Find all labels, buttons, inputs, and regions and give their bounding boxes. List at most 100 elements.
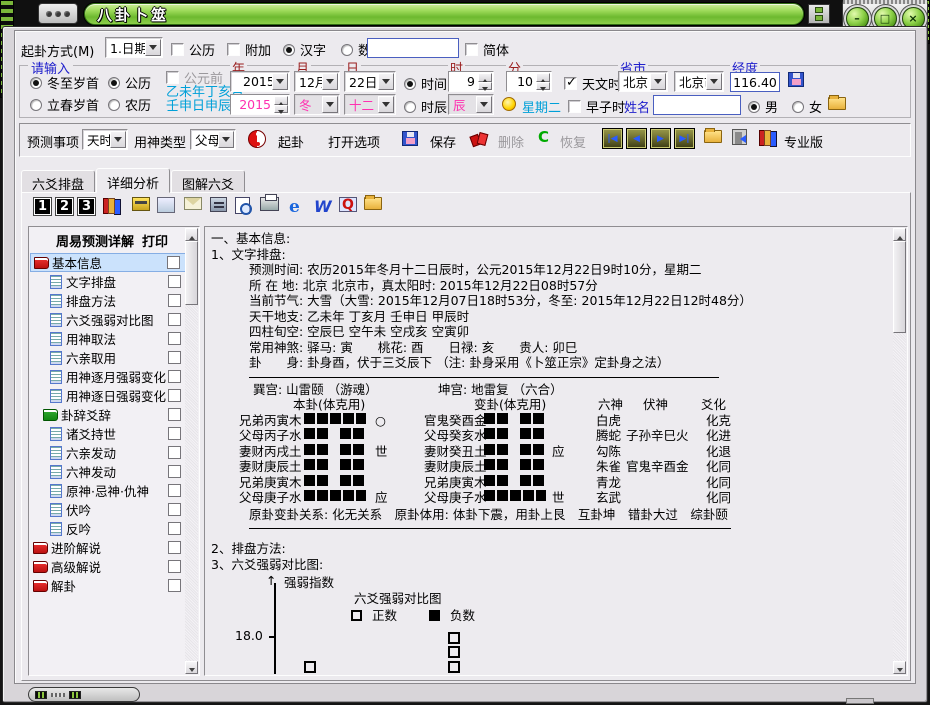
- female-radio[interactable]: 女: [792, 97, 822, 116]
- simplified-checkbox[interactable]: 简体: [465, 40, 509, 59]
- shichen-mode-radio[interactable]: 时辰: [404, 97, 447, 116]
- yongshen-type-dropdown[interactable]: 父母: [190, 129, 236, 150]
- day-dropdown[interactable]: 22日: [344, 71, 396, 92]
- tree-item-反吟[interactable]: 反吟: [30, 519, 186, 538]
- chevron-down-icon[interactable]: [145, 39, 161, 56]
- bottom-right-grip[interactable]: [846, 698, 874, 704]
- print-checkbox[interactable]: [168, 541, 181, 554]
- lunar-year-spinner[interactable]: 2015: [230, 94, 290, 115]
- chevron-down-icon[interactable]: [378, 96, 394, 113]
- tree-item-卦辞爻辞[interactable]: 卦辞爻辞: [30, 405, 186, 424]
- tree-item-六亲发动[interactable]: 六亲发动: [30, 443, 186, 462]
- open-file-folder-icon[interactable]: [704, 130, 722, 143]
- gregorian-checkbox[interactable]: 公历: [171, 40, 215, 59]
- print-checkbox[interactable]: [168, 465, 181, 478]
- print-checkbox[interactable]: [168, 427, 181, 440]
- sidebar-scrollbar[interactable]: [185, 228, 198, 674]
- title-capsule[interactable]: 八卦卜筮: [84, 3, 804, 25]
- print-checkbox[interactable]: [168, 522, 181, 535]
- chevron-down-icon[interactable]: [322, 96, 338, 113]
- print-checkbox[interactable]: [168, 351, 181, 364]
- lunar-radio[interactable]: 农历: [108, 95, 151, 114]
- lichun-radio[interactable]: 立春岁首: [30, 95, 99, 114]
- open-options-button[interactable]: 打开选项: [328, 132, 380, 151]
- print-checkbox[interactable]: [168, 313, 181, 326]
- print-checkbox[interactable]: [168, 446, 181, 459]
- city-dropdown[interactable]: 北京市: [674, 71, 724, 92]
- ie-icon[interactable]: e: [289, 197, 309, 217]
- chevron-down-icon[interactable]: [476, 96, 492, 113]
- scroll-down-icon[interactable]: [185, 661, 198, 674]
- folder-icon[interactable]: [364, 197, 384, 217]
- solar-radio[interactable]: 公历: [108, 73, 151, 92]
- dongzhi-radio[interactable]: 冬至岁首: [30, 73, 99, 92]
- print-checkbox[interactable]: [168, 294, 181, 307]
- tree-item-排盘方法[interactable]: 排盘方法: [30, 291, 186, 310]
- tree-item-进阶解说[interactable]: 进阶解说: [30, 538, 186, 557]
- content-scrollbar[interactable]: [893, 228, 906, 674]
- page2-icon[interactable]: 2: [55, 197, 75, 217]
- predict-subject-dropdown[interactable]: 天时: [82, 129, 128, 150]
- province-dropdown[interactable]: 北京: [618, 71, 668, 92]
- exit-icon[interactable]: [732, 129, 747, 145]
- print-checkbox[interactable]: [168, 484, 181, 497]
- scroll-up-icon[interactable]: [893, 228, 906, 241]
- tree-item-原神·忌神·仇神[interactable]: 原神·忌神·仇神: [30, 481, 186, 500]
- hour-spinner[interactable]: 9: [448, 71, 494, 92]
- append-checkbox[interactable]: 附加: [227, 40, 271, 59]
- books-icon[interactable]: [758, 129, 775, 145]
- tree-item-解卦[interactable]: 解卦: [30, 576, 186, 595]
- chevron-down-icon[interactable]: [650, 73, 666, 90]
- tree-item-文字排盘[interactable]: 文字排盘: [30, 272, 186, 291]
- tree-item-六爻强弱对比图[interactable]: 六爻强弱对比图: [30, 310, 186, 329]
- restore-button[interactable]: 恢复: [560, 132, 586, 151]
- scroll-up-icon[interactable]: [185, 228, 198, 241]
- save-location-icon[interactable]: [788, 72, 804, 87]
- printer-icon[interactable]: [260, 197, 280, 217]
- page1-icon[interactable]: 1: [33, 197, 53, 217]
- print-setup-icon[interactable]: [132, 197, 152, 217]
- archive-icon[interactable]: [210, 197, 230, 217]
- word-icon[interactable]: W: [314, 197, 334, 217]
- tree-item-六亲取用[interactable]: 六亲取用: [30, 348, 186, 367]
- shichen-dropdown[interactable]: 辰: [448, 94, 494, 115]
- method-dropdown[interactable]: 1.日期: [105, 37, 163, 58]
- pro-version-button[interactable]: 专业版: [784, 132, 823, 151]
- minute-spinner[interactable]: 10: [506, 71, 552, 92]
- year-dropdown[interactable]: 2015: [230, 71, 290, 92]
- delete-button[interactable]: 删除: [498, 132, 524, 151]
- chevron-down-icon[interactable]: [272, 73, 288, 90]
- nav-prev-button[interactable]: ◀: [626, 128, 647, 149]
- yinyang-icon[interactable]: [248, 130, 266, 148]
- snapshot-icon[interactable]: Q: [339, 197, 359, 217]
- print-checkbox[interactable]: [168, 560, 181, 573]
- name-input[interactable]: [653, 95, 741, 115]
- tree-item-伏吟[interactable]: 伏吟: [30, 500, 186, 519]
- nav-first-button[interactable]: |◀: [602, 128, 623, 149]
- tree-item-六神发动[interactable]: 六神发动: [30, 462, 186, 481]
- open-record-folder-icon[interactable]: [828, 97, 846, 110]
- chevron-down-icon[interactable]: [322, 73, 338, 90]
- library-icon[interactable]: [102, 197, 122, 217]
- tab-详细分析[interactable]: 详细分析: [96, 168, 170, 193]
- print-checkbox[interactable]: [168, 332, 181, 345]
- chevron-down-icon[interactable]: [378, 73, 394, 90]
- astronomical-time-checkbox[interactable]: 天文时: [564, 74, 621, 93]
- print-checkbox[interactable]: [168, 275, 181, 288]
- print-checkbox[interactable]: [167, 256, 180, 269]
- tree-item-用神取法[interactable]: 用神取法: [30, 329, 186, 348]
- print-checkbox[interactable]: [168, 389, 181, 402]
- tree-item-高级解说[interactable]: 高级解说: [30, 557, 186, 576]
- time-mode-radio[interactable]: 时间: [404, 74, 447, 93]
- nav-last-button[interactable]: ▶|: [674, 128, 695, 149]
- male-radio[interactable]: 男: [748, 97, 778, 116]
- lunar-month-dropdown[interactable]: 冬: [294, 94, 340, 115]
- tree-item-基本信息[interactable]: 基本信息: [30, 253, 186, 272]
- chevron-down-icon[interactable]: [706, 73, 722, 90]
- scrollbar-thumb[interactable]: [893, 241, 906, 333]
- undo-icon[interactable]: C: [538, 128, 549, 146]
- tree-item-用神逐月强弱变化[interactable]: 用神逐月强弱变化: [30, 367, 186, 386]
- lunar-day-dropdown[interactable]: 十二: [344, 94, 396, 115]
- month-dropdown[interactable]: 12月: [294, 71, 340, 92]
- delete-icon[interactable]: [470, 129, 486, 145]
